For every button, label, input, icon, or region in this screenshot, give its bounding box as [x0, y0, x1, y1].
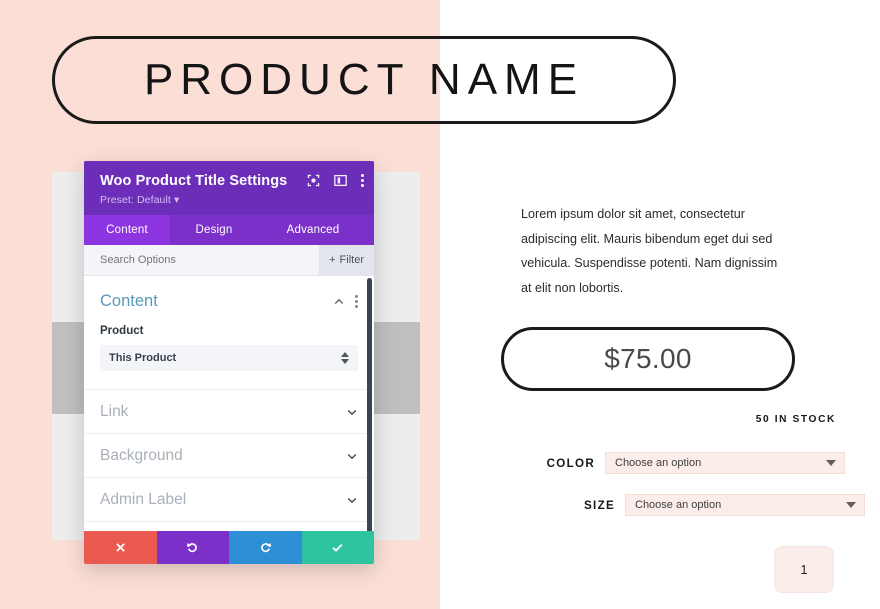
- plus-icon: +: [329, 254, 336, 267]
- attribute-select-color-value: Choose an option: [615, 457, 702, 469]
- modal-header: Woo Product Title Settings Preset: Defau…: [84, 161, 374, 216]
- undo-button[interactable]: [156, 531, 229, 564]
- tab-design[interactable]: Design: [170, 215, 258, 245]
- product-price-pill: $75.00: [501, 327, 795, 391]
- product-field-label: Product: [100, 325, 144, 338]
- section-link[interactable]: Link: [84, 390, 374, 435]
- modal-action-bar: [84, 531, 374, 564]
- product-select[interactable]: This Product: [100, 345, 358, 372]
- attribute-label-size: SIZE: [584, 498, 615, 512]
- attribute-label-color: COLOR: [546, 456, 595, 470]
- filter-button[interactable]: + Filter: [319, 244, 374, 276]
- attribute-select-color[interactable]: Choose an option: [605, 452, 845, 474]
- modal-scrollbar[interactable]: [367, 278, 372, 531]
- product-select-value: This Product: [109, 352, 177, 365]
- section-background[interactable]: Background: [84, 434, 374, 479]
- attribute-row-size: SIZE Choose an option: [563, 494, 865, 516]
- section-admin-label[interactable]: Admin Label: [84, 478, 374, 523]
- modal-body: Content Product This Product Link Backgr…: [84, 276, 374, 531]
- cancel-button[interactable]: [84, 531, 157, 564]
- stepper-icon[interactable]: [341, 352, 349, 365]
- search-options-row: + Filter: [84, 244, 374, 277]
- chevron-down-icon: [826, 460, 836, 466]
- product-title-pill: PRODUCT NAME: [52, 36, 676, 124]
- chevron-up-icon[interactable]: [333, 296, 345, 308]
- section-content-title: Content: [100, 292, 158, 311]
- woo-product-title-settings-modal[interactable]: Woo Product Title Settings Preset: Defau…: [84, 161, 374, 564]
- redo-icon: [260, 542, 271, 553]
- product-page-canvas: PRODUCT NAME Woo Product Title Settings …: [0, 0, 880, 609]
- close-icon: [115, 543, 125, 552]
- section-more-vertical-icon[interactable]: [355, 295, 358, 309]
- modal-header-icons: [307, 174, 364, 187]
- save-button[interactable]: [301, 531, 374, 564]
- section-content: Content Product This Product: [84, 276, 374, 391]
- chevron-down-icon[interactable]: [346, 406, 358, 418]
- tab-advanced[interactable]: Advanced: [258, 215, 368, 245]
- modal-tabs: Content Design Advanced: [84, 215, 374, 246]
- filter-button-label: Filter: [339, 254, 364, 267]
- tab-content[interactable]: Content: [84, 215, 170, 246]
- chevron-down-icon: [846, 502, 856, 508]
- attribute-row-color: COLOR Choose an option: [543, 452, 845, 474]
- chevron-down-icon[interactable]: [346, 494, 358, 506]
- section-admin-label-title: Admin Label: [100, 490, 187, 508]
- check-icon: [332, 543, 343, 552]
- product-price-text: $75.00: [604, 343, 692, 374]
- attribute-select-size[interactable]: Choose an option: [625, 494, 865, 516]
- section-background-title: Background: [100, 446, 183, 464]
- section-link-title: Link: [100, 402, 129, 420]
- section-content-tools: [333, 295, 358, 309]
- modal-preset-selector[interactable]: Preset: Default ▾: [100, 194, 358, 206]
- quantity-value: 1: [800, 562, 808, 577]
- quantity-input-box[interactable]: 1: [774, 546, 834, 593]
- chevron-down-icon[interactable]: [346, 450, 358, 462]
- product-description: Lorem ipsum dolor sit amet, consectetur …: [521, 207, 778, 295]
- stock-status: 50 IN STOCK: [755, 414, 836, 425]
- redo-button[interactable]: [229, 531, 302, 564]
- section-content-header[interactable]: Content: [100, 292, 358, 311]
- layout-icon[interactable]: [334, 174, 347, 187]
- focus-icon[interactable]: [307, 174, 320, 187]
- more-vertical-icon[interactable]: [361, 174, 364, 187]
- product-title-text: PRODUCT NAME: [143, 55, 585, 104]
- undo-icon: [187, 542, 198, 553]
- attribute-select-size-value: Choose an option: [635, 499, 722, 511]
- search-options-input[interactable]: [100, 254, 320, 267]
